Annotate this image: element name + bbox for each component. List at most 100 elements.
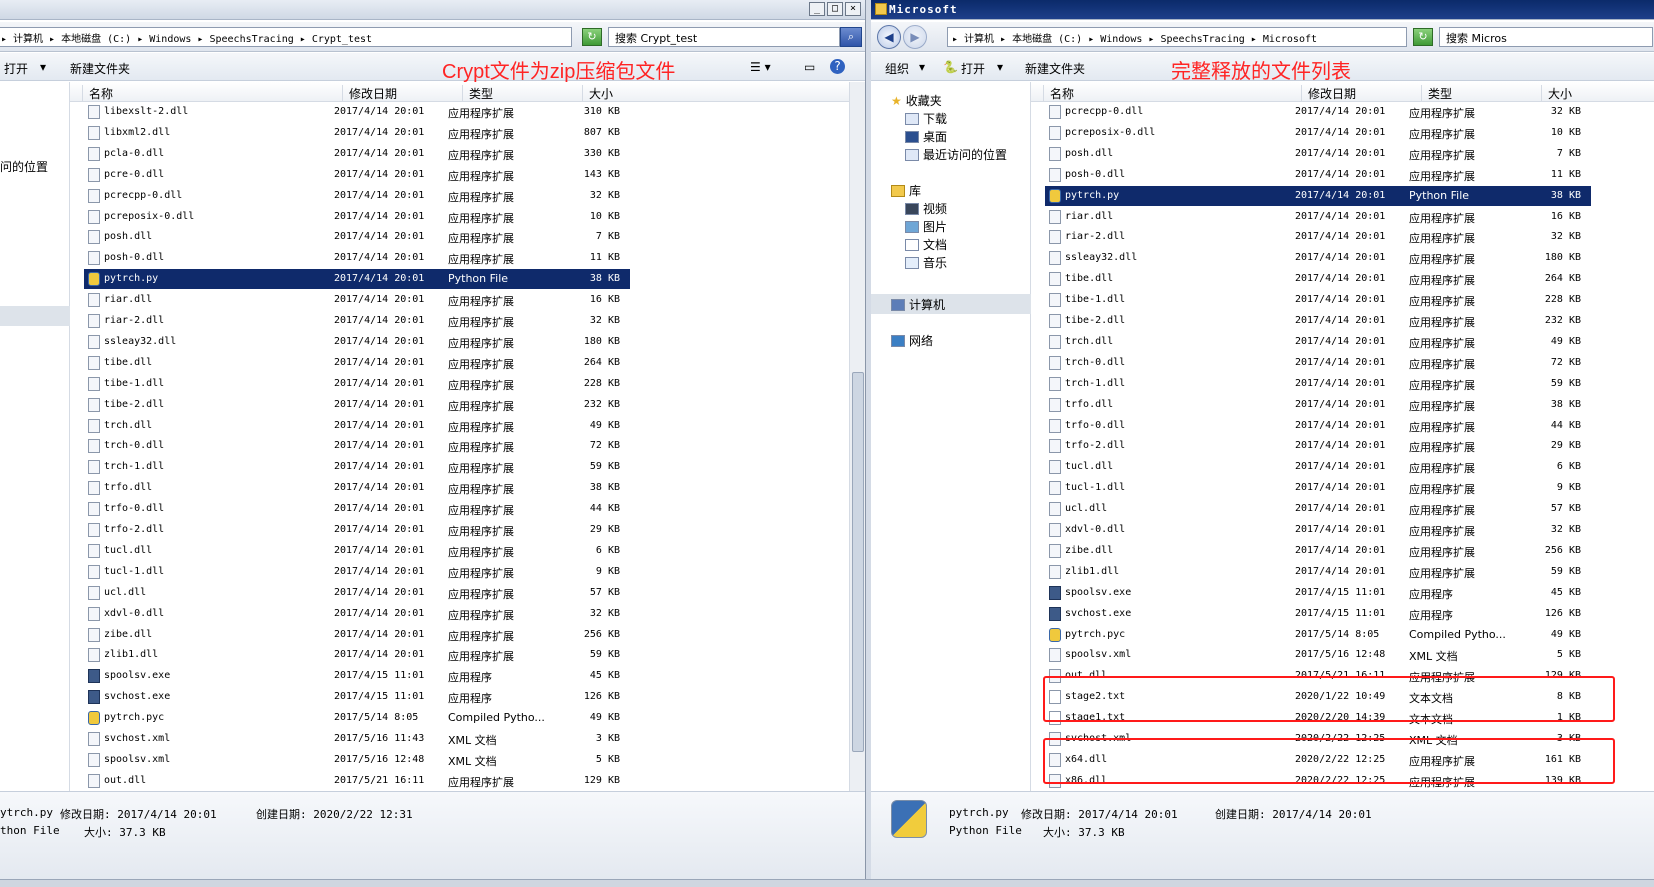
file-row[interactable]: pytrch.py 2017/4/14 20:01 Python File 38 KB <box>84 269 630 290</box>
file-row[interactable]: tucl-1.dll 2017/4/14 20:01 应用程序扩展 9 KB <box>84 562 630 582</box>
file-row[interactable]: svchost.xml 2017/5/16 11:43 XML 文档 3 KB <box>84 729 630 749</box>
nav-recent[interactable]: 最近访问的位置 <box>905 146 1007 163</box>
file-row[interactable]: spoolsv.xml 2017/5/16 12:48 XML 文档 5 KB <box>1045 645 1591 665</box>
chevron-down-icon[interactable]: ▾ <box>919 60 925 74</box>
close-button[interactable]: × <box>845 2 861 16</box>
maximize-button[interactable]: □ <box>827 2 843 16</box>
column-name[interactable]: 名称 <box>82 85 340 101</box>
file-row[interactable]: stage2.txt 2020/1/22 10:49 文本文档 8 KB <box>1045 687 1591 707</box>
column-date[interactable]: 修改日期 <box>342 85 462 101</box>
file-row[interactable]: riar.dll 2017/4/14 20:01 应用程序扩展 16 KB <box>84 290 630 310</box>
file-row[interactable]: ucl.dll 2017/4/14 20:01 应用程序扩展 57 KB <box>84 583 630 603</box>
file-row[interactable]: xdvl-0.dll 2017/4/14 20:01 应用程序扩展 32 KB <box>84 604 630 624</box>
help-icon[interactable]: ? <box>830 59 845 74</box>
file-row[interactable]: svchost.exe 2017/4/15 11:01 应用程序 126 KB <box>84 687 630 707</box>
open-button[interactable]: 打开 <box>4 60 28 77</box>
chevron-down-icon[interactable]: ▾ <box>997 60 1003 74</box>
file-row[interactable]: riar.dll 2017/4/14 20:01 应用程序扩展 16 KB <box>1045 207 1591 227</box>
file-row[interactable]: ssleay32.dll 2017/4/14 20:01 应用程序扩展 180 KB <box>1045 248 1591 268</box>
file-row[interactable]: riar-2.dll 2017/4/14 20:01 应用程序扩展 32 KB <box>84 311 630 331</box>
nav-recent-places[interactable]: 问的位置 <box>0 158 48 175</box>
file-row[interactable]: ssleay32.dll 2017/4/14 20:01 应用程序扩展 180 KB <box>84 332 630 352</box>
file-row[interactable]: svchost.exe 2017/4/15 11:01 应用程序 126 KB <box>1045 604 1591 624</box>
file-row[interactable]: tucl.dll 2017/4/14 20:01 应用程序扩展 6 KB <box>84 541 630 561</box>
left-search-input[interactable]: 搜索 Crypt_test <box>608 27 840 47</box>
file-row[interactable]: trfo.dll 2017/4/14 20:01 应用程序扩展 38 KB <box>1045 395 1591 415</box>
column-type[interactable]: 类型 <box>462 85 582 101</box>
nav-network[interactable]: 网络 <box>891 332 933 349</box>
scrollbar-thumb[interactable] <box>852 372 864 752</box>
file-row[interactable]: pcre-0.dll 2017/4/14 20:01 应用程序扩展 143 KB <box>84 165 630 185</box>
refresh-icon[interactable]: ↻ <box>582 28 602 46</box>
nav-downloads[interactable]: 下载 <box>905 110 947 127</box>
file-row[interactable]: trch.dll 2017/4/14 20:01 应用程序扩展 49 KB <box>1045 332 1591 352</box>
file-row[interactable]: posh.dll 2017/4/14 20:01 应用程序扩展 7 KB <box>84 227 630 247</box>
nav-library[interactable]: 库 <box>891 182 921 199</box>
file-row[interactable]: pcrecpp-0.dll 2017/4/14 20:01 应用程序扩展 32 KB <box>1045 102 1591 122</box>
search-icon[interactable]: ⌕ <box>840 27 862 47</box>
column-name[interactable]: 名称 <box>1043 85 1299 101</box>
file-row[interactable]: tibe.dll 2017/4/14 20:01 应用程序扩展 264 KB <box>84 353 630 373</box>
file-row[interactable]: riar-2.dll 2017/4/14 20:01 应用程序扩展 32 KB <box>1045 227 1591 247</box>
file-row[interactable]: pytrch.pyc 2017/5/14 8:05 Compiled Pytho..… <box>1045 625 1591 645</box>
file-row[interactable]: pcrecpp-0.dll 2017/4/14 20:01 应用程序扩展 32 KB <box>84 186 630 206</box>
file-row[interactable]: pcreposix-0.dll 2017/4/14 20:01 应用程序扩展 10 K… <box>84 207 630 227</box>
file-row[interactable]: tibe-2.dll 2017/4/14 20:01 应用程序扩展 232 KB <box>1045 311 1591 331</box>
file-row[interactable]: tucl-1.dll 2017/4/14 20:01 应用程序扩展 9 KB <box>1045 478 1591 498</box>
new-folder-button[interactable]: 新建文件夹 <box>70 60 130 77</box>
refresh-icon[interactable]: ↻ <box>1413 28 1433 46</box>
nav-computer[interactable]: 计算机 <box>891 296 945 313</box>
file-row[interactable]: zibe.dll 2017/4/14 20:01 应用程序扩展 256 KB <box>1045 541 1591 561</box>
file-row[interactable]: posh.dll 2017/4/14 20:01 应用程序扩展 7 KB <box>1045 144 1591 164</box>
file-row[interactable]: xdvl-0.dll 2017/4/14 20:01 应用程序扩展 32 KB <box>1045 520 1591 540</box>
file-row[interactable]: x86.dll 2020/2/22 12:25 应用程序扩展 139 KB <box>1045 771 1591 791</box>
nav-favorites[interactable]: ★ 收藏夹 <box>891 92 942 109</box>
file-row[interactable]: tucl.dll 2017/4/14 20:01 应用程序扩展 6 KB <box>1045 457 1591 477</box>
column-type[interactable]: 类型 <box>1421 85 1541 101</box>
file-row[interactable]: pytrch.py 2017/4/14 20:01 Python File 38 KB <box>1045 185 1591 206</box>
file-row[interactable]: out.dll 2017/5/21 16:11 应用程序扩展 129 KB <box>1045 666 1591 686</box>
minimize-button[interactable]: _ <box>809 2 825 16</box>
file-row[interactable]: x64.dll 2020/2/22 12:25 应用程序扩展 161 KB <box>1045 750 1591 770</box>
file-row[interactable]: pcreposix-0.dll 2017/4/14 20:01 应用程序扩展 10 K… <box>1045 123 1591 143</box>
file-row[interactable]: trfo-2.dll 2017/4/14 20:01 应用程序扩展 29 KB <box>1045 436 1591 456</box>
file-row[interactable]: tibe-1.dll 2017/4/14 20:01 应用程序扩展 228 KB <box>84 374 630 394</box>
preview-pane-icon[interactable]: ▭ <box>804 60 815 74</box>
nav-documents[interactable]: 文档 <box>905 236 947 253</box>
column-size[interactable]: 大小 <box>582 85 656 101</box>
column-size[interactable]: 大小 <box>1541 85 1615 101</box>
forward-icon[interactable]: ▶ <box>903 25 927 49</box>
file-row[interactable]: tibe-2.dll 2017/4/14 20:01 应用程序扩展 232 KB <box>84 395 630 415</box>
file-row[interactable]: spoolsv.exe 2017/4/15 11:01 应用程序 45 KB <box>84 666 630 686</box>
file-row[interactable]: zibe.dll 2017/4/14 20:01 应用程序扩展 256 KB <box>84 625 630 645</box>
column-date[interactable]: 修改日期 <box>1301 85 1421 101</box>
file-row[interactable]: trfo-0.dll 2017/4/14 20:01 应用程序扩展 44 KB <box>1045 416 1591 436</box>
view-options-icon[interactable]: ☰ ▾ <box>750 60 771 74</box>
right-breadcrumb[interactable]: ▸ 计算机 ▸ 本地磁盘 (C:) ▸ Windows ▸ SpeechsTra… <box>947 27 1407 47</box>
open-button[interactable]: 打开 <box>961 60 985 77</box>
nav-pictures[interactable]: 图片 <box>905 218 947 235</box>
file-row[interactable]: svchost.xml 2020/2/22 12:25 XML 文档 3 KB <box>1045 729 1591 749</box>
file-row[interactable]: spoolsv.xml 2017/5/16 12:48 XML 文档 5 KB <box>84 750 630 770</box>
file-row[interactable]: trch-1.dll 2017/4/14 20:01 应用程序扩展 59 KB <box>84 457 630 477</box>
file-row[interactable]: trfo-2.dll 2017/4/14 20:01 应用程序扩展 29 KB <box>84 520 630 540</box>
file-row[interactable]: trch-0.dll 2017/4/14 20:01 应用程序扩展 72 KB <box>1045 353 1591 373</box>
file-row[interactable]: spoolsv.exe 2017/4/15 11:01 应用程序 45 KB <box>1045 583 1591 603</box>
file-row[interactable]: trch-1.dll 2017/4/14 20:01 应用程序扩展 59 KB <box>1045 374 1591 394</box>
file-row[interactable]: pytrch.pyc 2017/5/14 8:05 Compiled Pytho..… <box>84 708 630 728</box>
file-row[interactable]: zlib1.dll 2017/4/14 20:01 应用程序扩展 59 KB <box>1045 562 1591 582</box>
organize-button[interactable]: 组织 <box>885 60 909 77</box>
right-search-input[interactable]: 搜索 Micros <box>1439 27 1653 47</box>
nav-desktop[interactable]: 桌面 <box>905 128 947 145</box>
file-row[interactable]: out.dll 2017/5/21 16:11 应用程序扩展 129 KB <box>84 771 630 791</box>
file-row[interactable]: pcla-0.dll 2017/4/14 20:01 应用程序扩展 330 KB <box>84 144 630 164</box>
left-vertical-scrollbar[interactable] <box>849 82 865 791</box>
file-row[interactable]: libxml2.dll 2017/4/14 20:01 应用程序扩展 807 KB <box>84 123 630 143</box>
file-row[interactable]: ucl.dll 2017/4/14 20:01 应用程序扩展 57 KB <box>1045 499 1591 519</box>
file-row[interactable]: posh-0.dll 2017/4/14 20:01 应用程序扩展 11 KB <box>1045 165 1591 185</box>
file-row[interactable]: tibe-1.dll 2017/4/14 20:01 应用程序扩展 228 KB <box>1045 290 1591 310</box>
chevron-down-icon[interactable]: ▾ <box>40 60 46 74</box>
back-icon[interactable]: ◀ <box>877 25 901 49</box>
file-row[interactable]: tibe.dll 2017/4/14 20:01 应用程序扩展 264 KB <box>1045 269 1591 289</box>
nav-video[interactable]: 视频 <box>905 200 947 217</box>
